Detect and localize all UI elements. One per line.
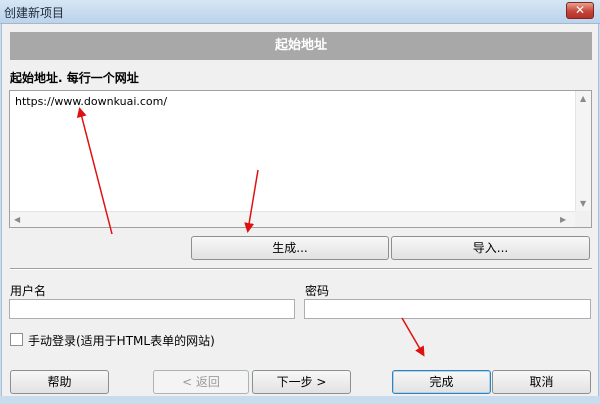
start-url-textarea[interactable]: https://www.downkuai.com/ ▲ ▼ ◀ ▶ bbox=[9, 90, 592, 228]
scroll-corner bbox=[575, 211, 591, 227]
next-button[interactable]: 下一步 > bbox=[252, 370, 351, 394]
username-label: 用户名 bbox=[10, 284, 47, 298]
close-icon: ✕ bbox=[574, 3, 586, 17]
scroll-up-icon[interactable]: ▲ bbox=[580, 94, 586, 104]
title-bar: 创建新项目 ✕ bbox=[0, 0, 600, 24]
start-url-label: 起始地址. 每行一个网址 bbox=[10, 71, 139, 85]
back-button[interactable]: < 返回 bbox=[153, 370, 249, 394]
horizontal-scrollbar[interactable]: ◀ ▶ bbox=[10, 211, 575, 227]
window-title: 创建新项目 bbox=[4, 6, 65, 20]
generate-button[interactable]: 生成... bbox=[191, 236, 389, 260]
help-button[interactable]: 帮助 bbox=[10, 370, 109, 394]
section-banner: 起始地址 bbox=[10, 32, 592, 60]
password-label: 密码 bbox=[305, 284, 330, 298]
scroll-right-icon[interactable]: ▶ bbox=[560, 215, 566, 225]
finish-button[interactable]: 完成 bbox=[392, 370, 491, 394]
close-button[interactable]: ✕ bbox=[566, 2, 594, 19]
divider bbox=[10, 268, 592, 270]
scroll-left-icon[interactable]: ◀ bbox=[14, 215, 20, 225]
password-field[interactable] bbox=[304, 299, 591, 319]
username-field[interactable] bbox=[9, 299, 295, 319]
import-button[interactable]: 导入... bbox=[391, 236, 590, 260]
start-url-value: https://www.downkuai.com/ bbox=[15, 95, 168, 108]
window-bottom-frame bbox=[0, 396, 600, 404]
scroll-down-icon[interactable]: ▼ bbox=[580, 199, 586, 209]
vertical-scrollbar[interactable]: ▲ ▼ bbox=[575, 91, 591, 212]
manual-login-checkbox[interactable] bbox=[10, 333, 23, 346]
dialog-body: 起始地址 起始地址. 每行一个网址 https://www.downkuai.c… bbox=[1, 24, 599, 396]
manual-login-label: 手动登录(适用于HTML表单的网站) bbox=[28, 334, 215, 348]
cancel-button[interactable]: 取消 bbox=[492, 370, 591, 394]
